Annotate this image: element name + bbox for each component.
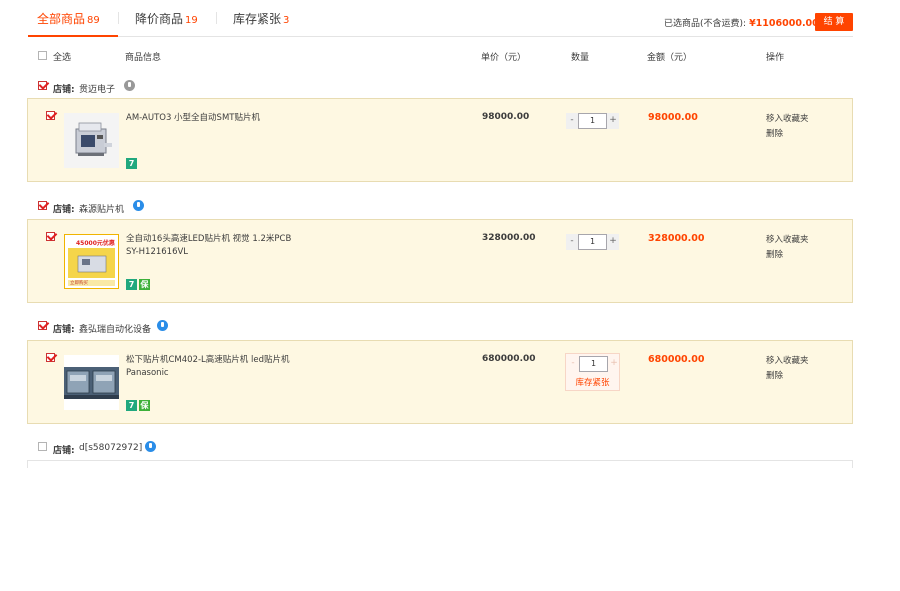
item-checkbox[interactable] [46,353,55,362]
item-actions: 移入收藏夹 删除 [766,233,809,263]
shop-header: 店铺: 鑫弘瑞自动化设备 [0,320,900,336]
shop-checkbox[interactable] [38,442,47,451]
cart-item: 45000元优惠 立即购买 全自动16头高速LED贴片机 视觉 1.2米PCB … [27,219,853,303]
product-thumbnail[interactable] [64,355,119,410]
shop-checkbox[interactable] [38,81,47,90]
column-actions: 操作 [766,53,785,63]
tab-label: 库存紧张 [233,12,282,26]
tab-label: 降价商品 [135,12,184,26]
shop-info-icon[interactable] [124,80,135,91]
item-amount: 98000.00 [648,112,698,123]
qty-input[interactable]: 1 [578,234,607,250]
qty-increase-button[interactable]: + [607,234,619,250]
quantity-stepper: - 1 + 库存紧张 [565,353,620,391]
item-amount: 328000.00 [648,233,705,244]
delete-link[interactable]: 删除 [766,127,809,142]
service-badges: 7保 [126,279,152,290]
cart-item-partial [27,460,853,468]
product-thumbnail[interactable] [64,113,119,168]
shop-checkbox[interactable] [38,201,47,210]
seven-day-return-icon[interactable]: 7 [126,400,137,411]
shop-checkbox[interactable] [38,321,47,330]
service-badges: 7 [126,158,139,169]
delete-link[interactable]: 删除 [766,248,809,263]
shop-name[interactable]: 鑫弘瑞自动化设备 [79,322,151,335]
qty-decrease-button[interactable]: - [566,234,578,250]
tab-label: 全部商品 [37,12,86,26]
qty-increase-button[interactable]: + [607,113,619,129]
column-unit-price: 单价（元） [481,53,527,63]
tab-all-items[interactable]: 全部商品 89 [37,10,100,27]
tab-divider [216,12,217,24]
thumbnail-promo-button: 立即购买 [70,281,88,286]
selected-summary: 已选商品(不含运费): ¥1106000.00 [664,16,819,29]
shop-name[interactable]: d[s58072972] [79,443,142,453]
summary-total: ¥1106000.00 [749,18,819,29]
qty-input[interactable]: 1 [579,356,608,372]
unit-price: 680000.00 [482,354,536,364]
tab-price-drop[interactable]: 降价商品 19 [135,10,198,27]
cart-column-header: 全选 商品信息 单价（元） 数量 金额（元） 操作 [0,50,900,64]
shop-label: 店铺: [53,205,75,215]
tab-count: 3 [283,15,290,26]
item-actions: 移入收藏夹 删除 [766,354,809,384]
product-title[interactable]: 松下贴片机CM402-L高速贴片机 led贴片机 Panasonic [126,354,296,380]
qty-increase-button[interactable]: + [608,356,620,372]
shop-label: 店铺: [53,85,75,95]
delete-link[interactable]: 删除 [766,369,809,384]
thumbnail-promo-text: 45000元优惠 [76,240,115,247]
quantity-stepper: - 1 + [566,234,619,250]
tab-count: 89 [87,15,100,26]
item-actions: 移入收藏夹 删除 [766,112,809,142]
cart-item: 松下贴片机CM402-L高速贴片机 led贴片机 Panasonic 7保 68… [27,340,853,424]
column-amount: 金额（元） [647,53,693,63]
shop-header: 店铺: 森源贴片机 [0,200,900,216]
active-tab-underline [28,35,118,37]
shop-name[interactable]: 贯迈电子 [79,82,115,95]
item-amount: 680000.00 [648,354,705,365]
shop-label: 店铺: [53,325,75,335]
select-all-checkbox[interactable] [38,51,47,60]
tab-count: 19 [185,15,198,26]
tab-divider [118,12,119,24]
qty-input[interactable]: 1 [578,113,607,129]
shop-info-icon[interactable] [145,441,156,452]
qty-decrease-button[interactable]: - [567,356,579,372]
move-to-favorites-link[interactable]: 移入收藏夹 [766,112,809,127]
product-thumbnail[interactable]: 45000元优惠 立即购买 [64,234,119,289]
unit-price: 328000.00 [482,233,536,243]
guarantee-icon[interactable]: 保 [139,279,150,290]
service-badges: 7保 [126,400,152,411]
tab-low-stock[interactable]: 库存紧张 3 [233,10,289,27]
column-quantity: 数量 [571,53,590,63]
product-title[interactable]: 全自动16头高速LED贴片机 视觉 1.2米PCB SY-H121616VL [126,233,296,259]
shop-name[interactable]: 森源贴片机 [79,202,124,215]
shop-info-icon[interactable] [133,200,144,211]
cart-item: AM-AUTO3 小型全自动SMT贴片机 7 98000.00 - 1 + 98… [27,98,853,182]
column-product-info: 商品信息 [125,53,162,63]
shop-header: 店铺: 贯迈电子 [0,80,900,96]
guarantee-icon[interactable]: 保 [139,400,150,411]
unit-price: 98000.00 [482,112,530,122]
shop-label: 店铺: [53,446,75,456]
checkout-button[interactable]: 结 算 [815,13,853,31]
quantity-stepper: - 1 + [566,113,619,129]
item-checkbox[interactable] [46,232,55,241]
move-to-favorites-link[interactable]: 移入收藏夹 [766,354,809,369]
item-checkbox[interactable] [46,111,55,120]
shop-header: 店铺: d[s58072972] [0,441,900,457]
summary-label: 已选商品(不含运费): [664,19,747,29]
seven-day-return-icon[interactable]: 7 [126,279,137,290]
product-title[interactable]: AM-AUTO3 小型全自动SMT贴片机 [126,112,296,125]
move-to-favorites-link[interactable]: 移入收藏夹 [766,233,809,248]
qty-decrease-button[interactable]: - [566,113,578,129]
low-stock-warning: 库存紧张 [575,378,610,388]
shop-info-icon[interactable] [157,320,168,331]
select-all-label[interactable]: 全选 [53,50,71,63]
seven-day-return-icon[interactable]: 7 [126,158,137,169]
